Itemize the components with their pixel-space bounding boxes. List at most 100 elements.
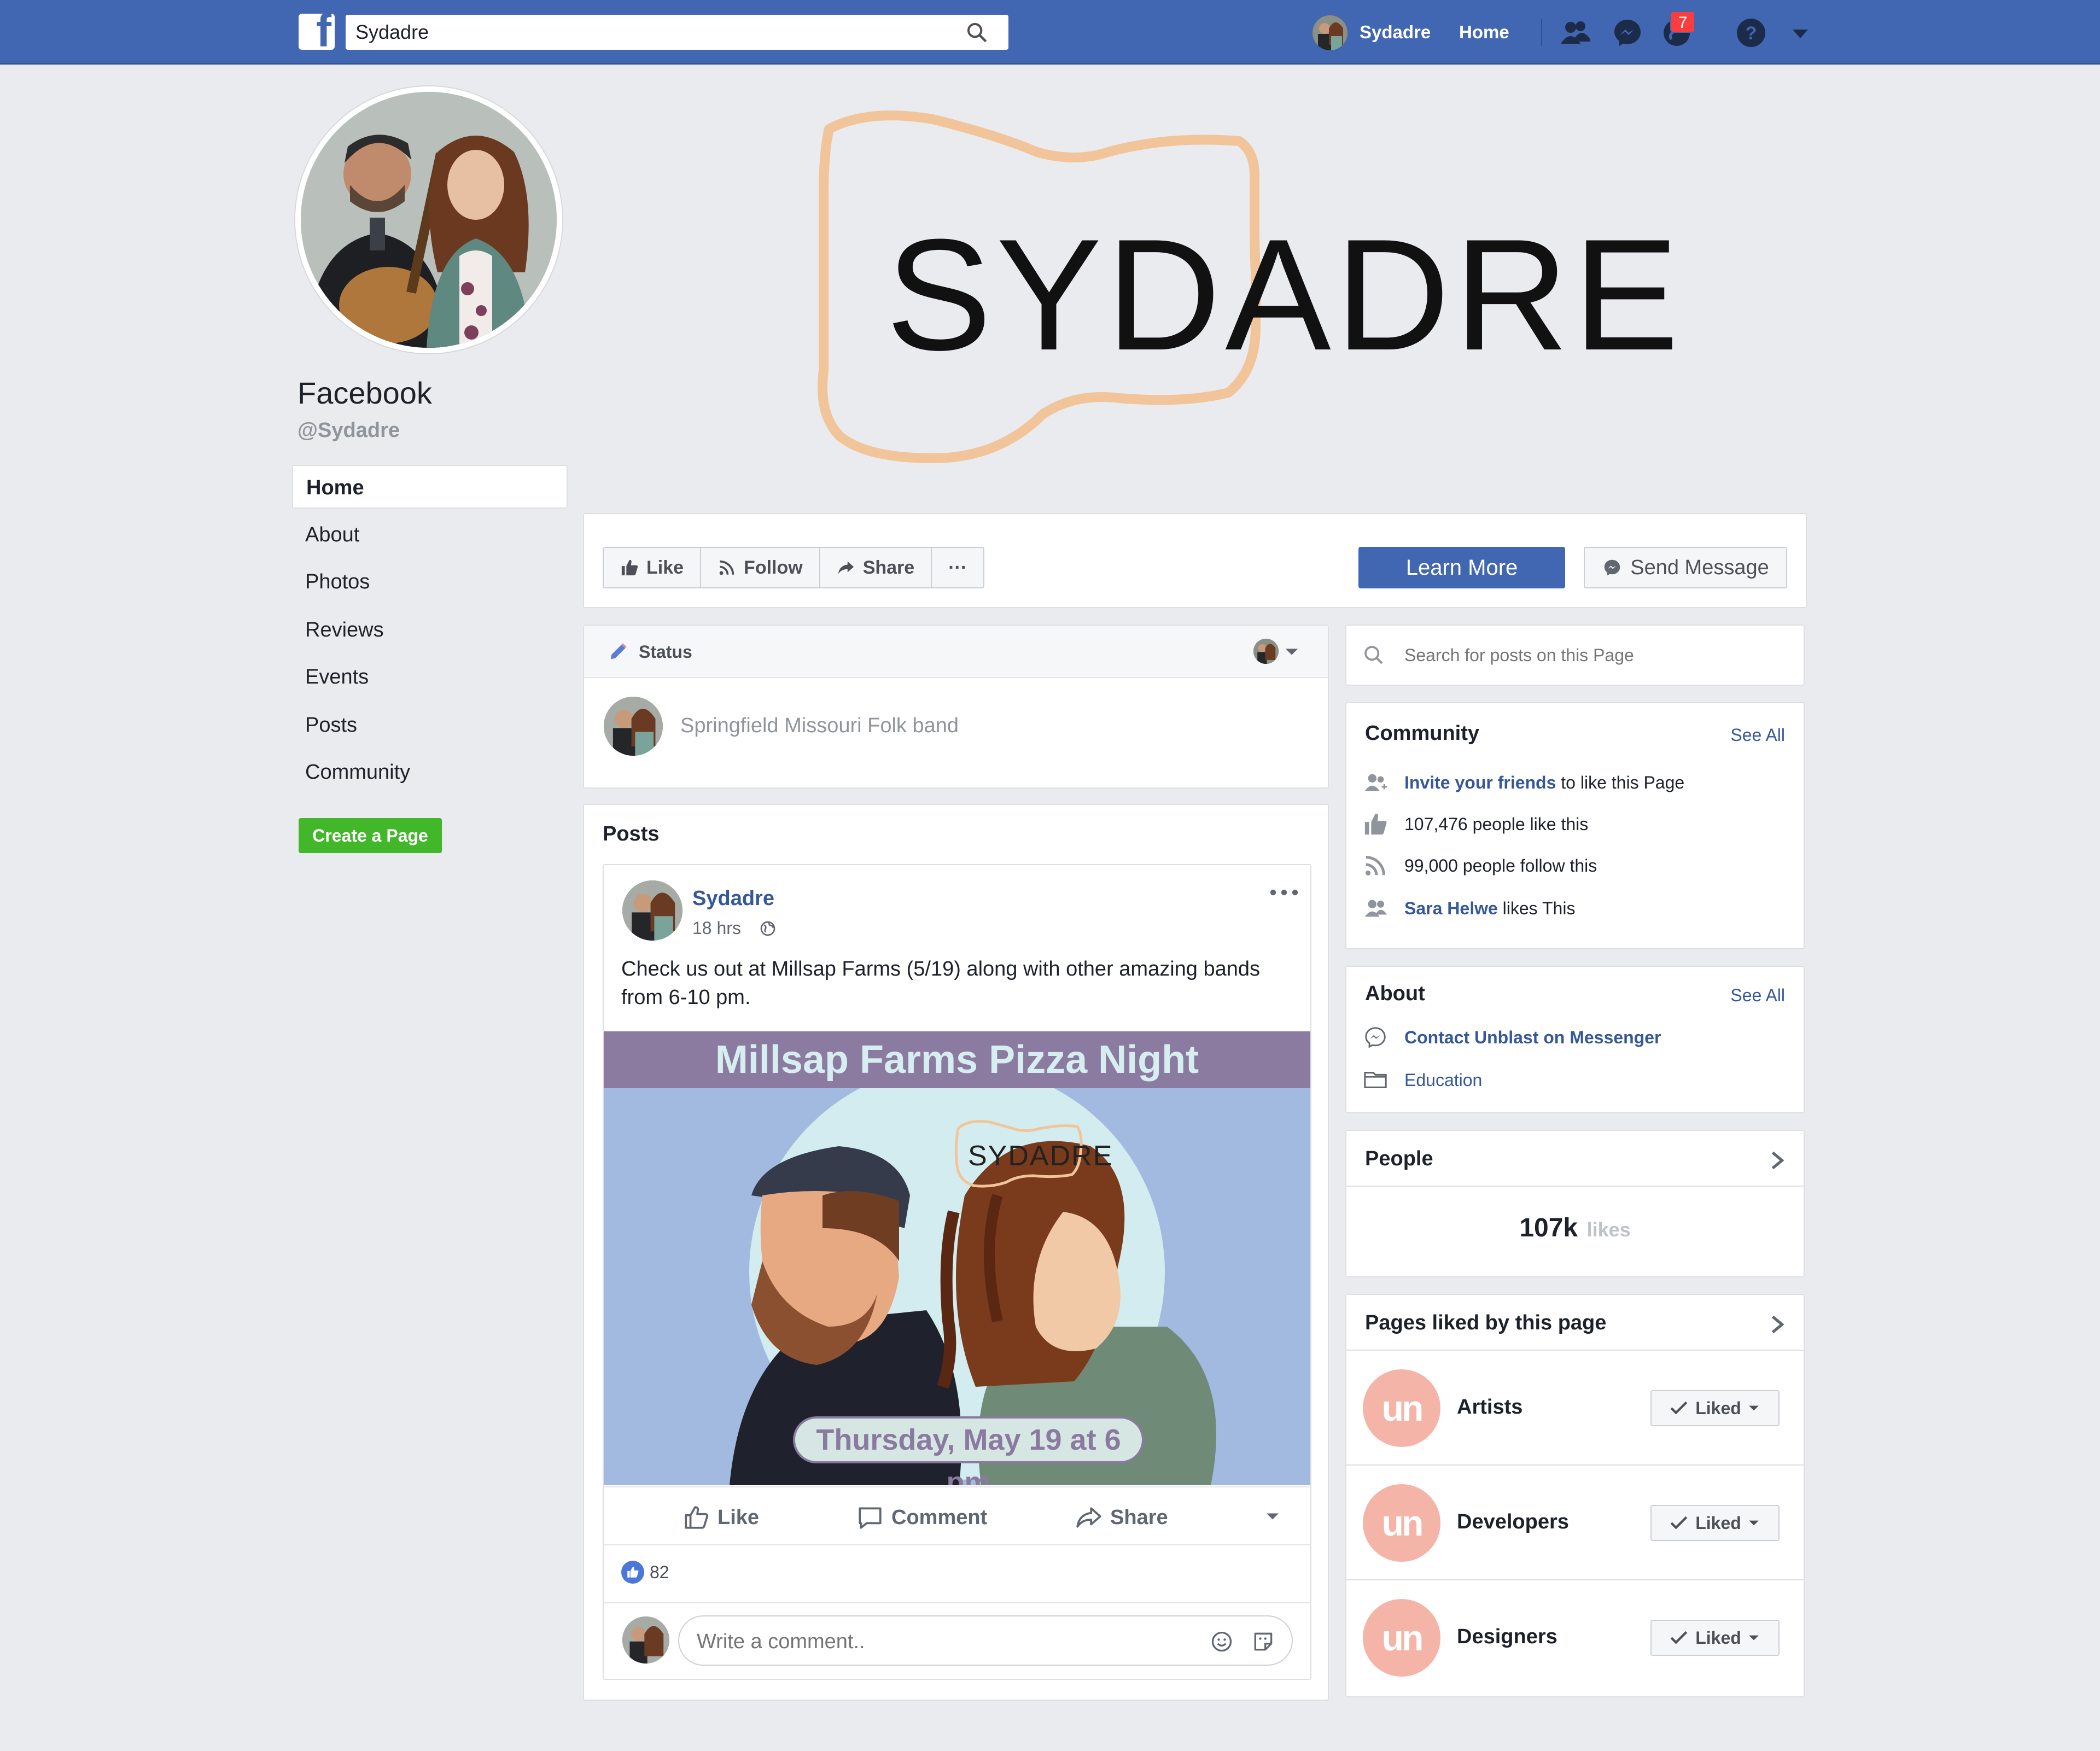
checkmark-icon (1670, 1401, 1688, 1415)
more-options-icon: ··· (948, 557, 967, 578)
create-page-button[interactable]: Create a Page (299, 818, 442, 853)
share-page-button[interactable]: Share (820, 548, 932, 587)
sidebar-item-photos[interactable]: Photos (292, 560, 568, 604)
education-folder-icon (1364, 1072, 1387, 1088)
sidebar-item-reviews[interactable]: Reviews (292, 608, 568, 652)
pages-liked-title[interactable]: Pages liked by this page (1365, 1311, 1606, 1335)
profile-name-link[interactable]: Sydadre (1360, 22, 1431, 43)
pages-liked-card: Pages liked by this page un Artists Like… (1345, 1294, 1805, 1697)
emoji-icon[interactable] (1210, 1630, 1234, 1654)
search-input[interactable] (355, 19, 957, 45)
post-time-text: 18 hrs (692, 918, 741, 938)
page-post-search[interactable] (1345, 624, 1805, 686)
community-card: Community See All Invite your friends to… (1345, 702, 1805, 949)
comment-input[interactable] (697, 1627, 1189, 1656)
send-message-label: Send Message (1630, 556, 1769, 579)
about-see-all-link[interactable]: See All (1730, 985, 1785, 1006)
home-link[interactable]: Home (1459, 22, 1509, 43)
liked-page-row[interactable]: un Developers Liked (1346, 1464, 1804, 1579)
follow-page-label: Follow (744, 557, 803, 578)
liked-page-name[interactable]: Developers (1457, 1510, 1569, 1534)
people-title[interactable]: People (1365, 1147, 1433, 1171)
sticker-icon[interactable] (1251, 1630, 1275, 1654)
unblast-logo-icon: un (1363, 1369, 1440, 1447)
sidebar-item-home[interactable]: Home (292, 465, 568, 509)
comment-box[interactable] (678, 1615, 1293, 1666)
liked-button-label: Liked (1695, 1398, 1741, 1418)
sidebar-item-posts[interactable]: Posts (292, 703, 568, 747)
sidebar-item-community[interactable]: Community (292, 750, 568, 794)
page-follows-text: 99,000 people follow this (1404, 855, 1597, 876)
friend-name-link[interactable]: Sara Helwe (1404, 898, 1498, 918)
learn-more-button[interactable]: Learn More (1358, 547, 1565, 588)
post-share-button[interactable]: Share (1075, 1504, 1168, 1531)
chevron-down-icon[interactable] (1284, 645, 1299, 658)
post-options-ellipsis-icon[interactable] (1269, 886, 1299, 899)
status-input[interactable]: Springfield Missouri Folk band (680, 714, 959, 738)
post-like-button[interactable]: Like (682, 1504, 759, 1531)
sidebar-item-events[interactable]: Events (292, 655, 568, 699)
profile-picture[interactable] (295, 86, 562, 353)
contact-messenger-link[interactable]: Contact Unblast on Messenger (1404, 1028, 1661, 1048)
chevron-right-icon[interactable] (1769, 1314, 1786, 1335)
page-post-search-input[interactable] (1404, 643, 1787, 667)
search-icon (1364, 646, 1383, 664)
like-page-button[interactable]: Like (604, 548, 702, 587)
like-page-label: Like (646, 557, 684, 578)
chevron-right-icon[interactable] (1769, 1149, 1786, 1171)
share-outline-icon (1076, 1507, 1101, 1528)
liked-button-label: Liked (1695, 1627, 1741, 1648)
unblast-logo-icon: un (1363, 1599, 1440, 1677)
liked-page-row[interactable]: un Designers Liked (1346, 1579, 1804, 1694)
about-title: About (1365, 982, 1425, 1005)
search-icon[interactable] (966, 21, 988, 43)
community-see-all-link[interactable]: See All (1730, 725, 1785, 745)
status-composer-header[interactable]: Status (584, 626, 1328, 678)
liked-dropdown-button[interactable]: Liked (1650, 1390, 1780, 1426)
svg-text:?: ? (1746, 23, 1757, 44)
search-box[interactable] (346, 15, 1008, 50)
more-options-button[interactable]: ··· (932, 548, 983, 587)
messenger-icon[interactable] (1610, 15, 1645, 50)
status-label: Status (639, 642, 692, 662)
page-handle[interactable]: @Sydadre (298, 419, 400, 442)
liked-button-label: Liked (1695, 1513, 1741, 1533)
nav-divider (1541, 19, 1542, 46)
education-link[interactable]: Education (1404, 1070, 1482, 1090)
posts-section-title: Posts (603, 822, 660, 845)
follow-page-button[interactable]: Follow (701, 548, 820, 587)
liked-page-name[interactable]: Designers (1457, 1625, 1558, 1649)
rss-follow-icon (1365, 856, 1385, 876)
liked-dropdown-button[interactable]: Liked (1650, 1620, 1780, 1656)
page-follows-row: 99,000 people follow this (1363, 853, 1597, 878)
thumbs-up-icon (621, 559, 638, 576)
profile-avatar[interactable] (1312, 15, 1348, 50)
reaction-count: 82 (650, 1562, 669, 1582)
post-author-name[interactable]: Sydadre (692, 887, 774, 910)
friend-likes-row: Sara Helwe likes This (1363, 896, 1575, 921)
share-options-chevron-down-icon[interactable] (1264, 1510, 1281, 1522)
post-author-avatar[interactable] (622, 880, 682, 941)
sidebar-item-about[interactable]: About (292, 513, 568, 557)
friend-requests-icon[interactable] (1558, 15, 1592, 50)
share-page-label: Share (862, 557, 915, 578)
post-action-row: Like Comment Share (604, 1486, 1310, 1545)
pencil-icon (610, 643, 627, 659)
invite-friends-link[interactable]: Invite your friends (1404, 773, 1556, 792)
cover-photo[interactable]: SYDADRE (583, 86, 1807, 502)
about-card: About See All Contact Unblast on Messeng… (1345, 966, 1805, 1113)
liked-page-row[interactable]: un Artists Liked (1346, 1350, 1804, 1464)
send-message-button[interactable]: Send Message (1584, 547, 1787, 588)
post-as-avatar[interactable] (1253, 639, 1279, 664)
post-reactions[interactable]: 82 (621, 1561, 669, 1584)
liked-page-name[interactable]: Artists (1457, 1396, 1522, 1419)
post-timestamp[interactable]: 18 hrs (692, 917, 775, 938)
event-image-banner: Millsap Farms Pizza Night (604, 1031, 1310, 1088)
post-image[interactable]: SYDADRE Millsap Farms Pizza Night Thursd… (604, 1031, 1310, 1485)
help-icon[interactable]: ? (1734, 15, 1769, 50)
liked-dropdown-button[interactable]: Liked (1650, 1505, 1780, 1541)
post-comment-button[interactable]: Comment (856, 1504, 987, 1531)
account-menu-chevron-down-icon[interactable] (1783, 15, 1818, 50)
community-title: Community (1365, 722, 1479, 745)
facebook-logo-icon[interactable]: f (299, 14, 335, 50)
